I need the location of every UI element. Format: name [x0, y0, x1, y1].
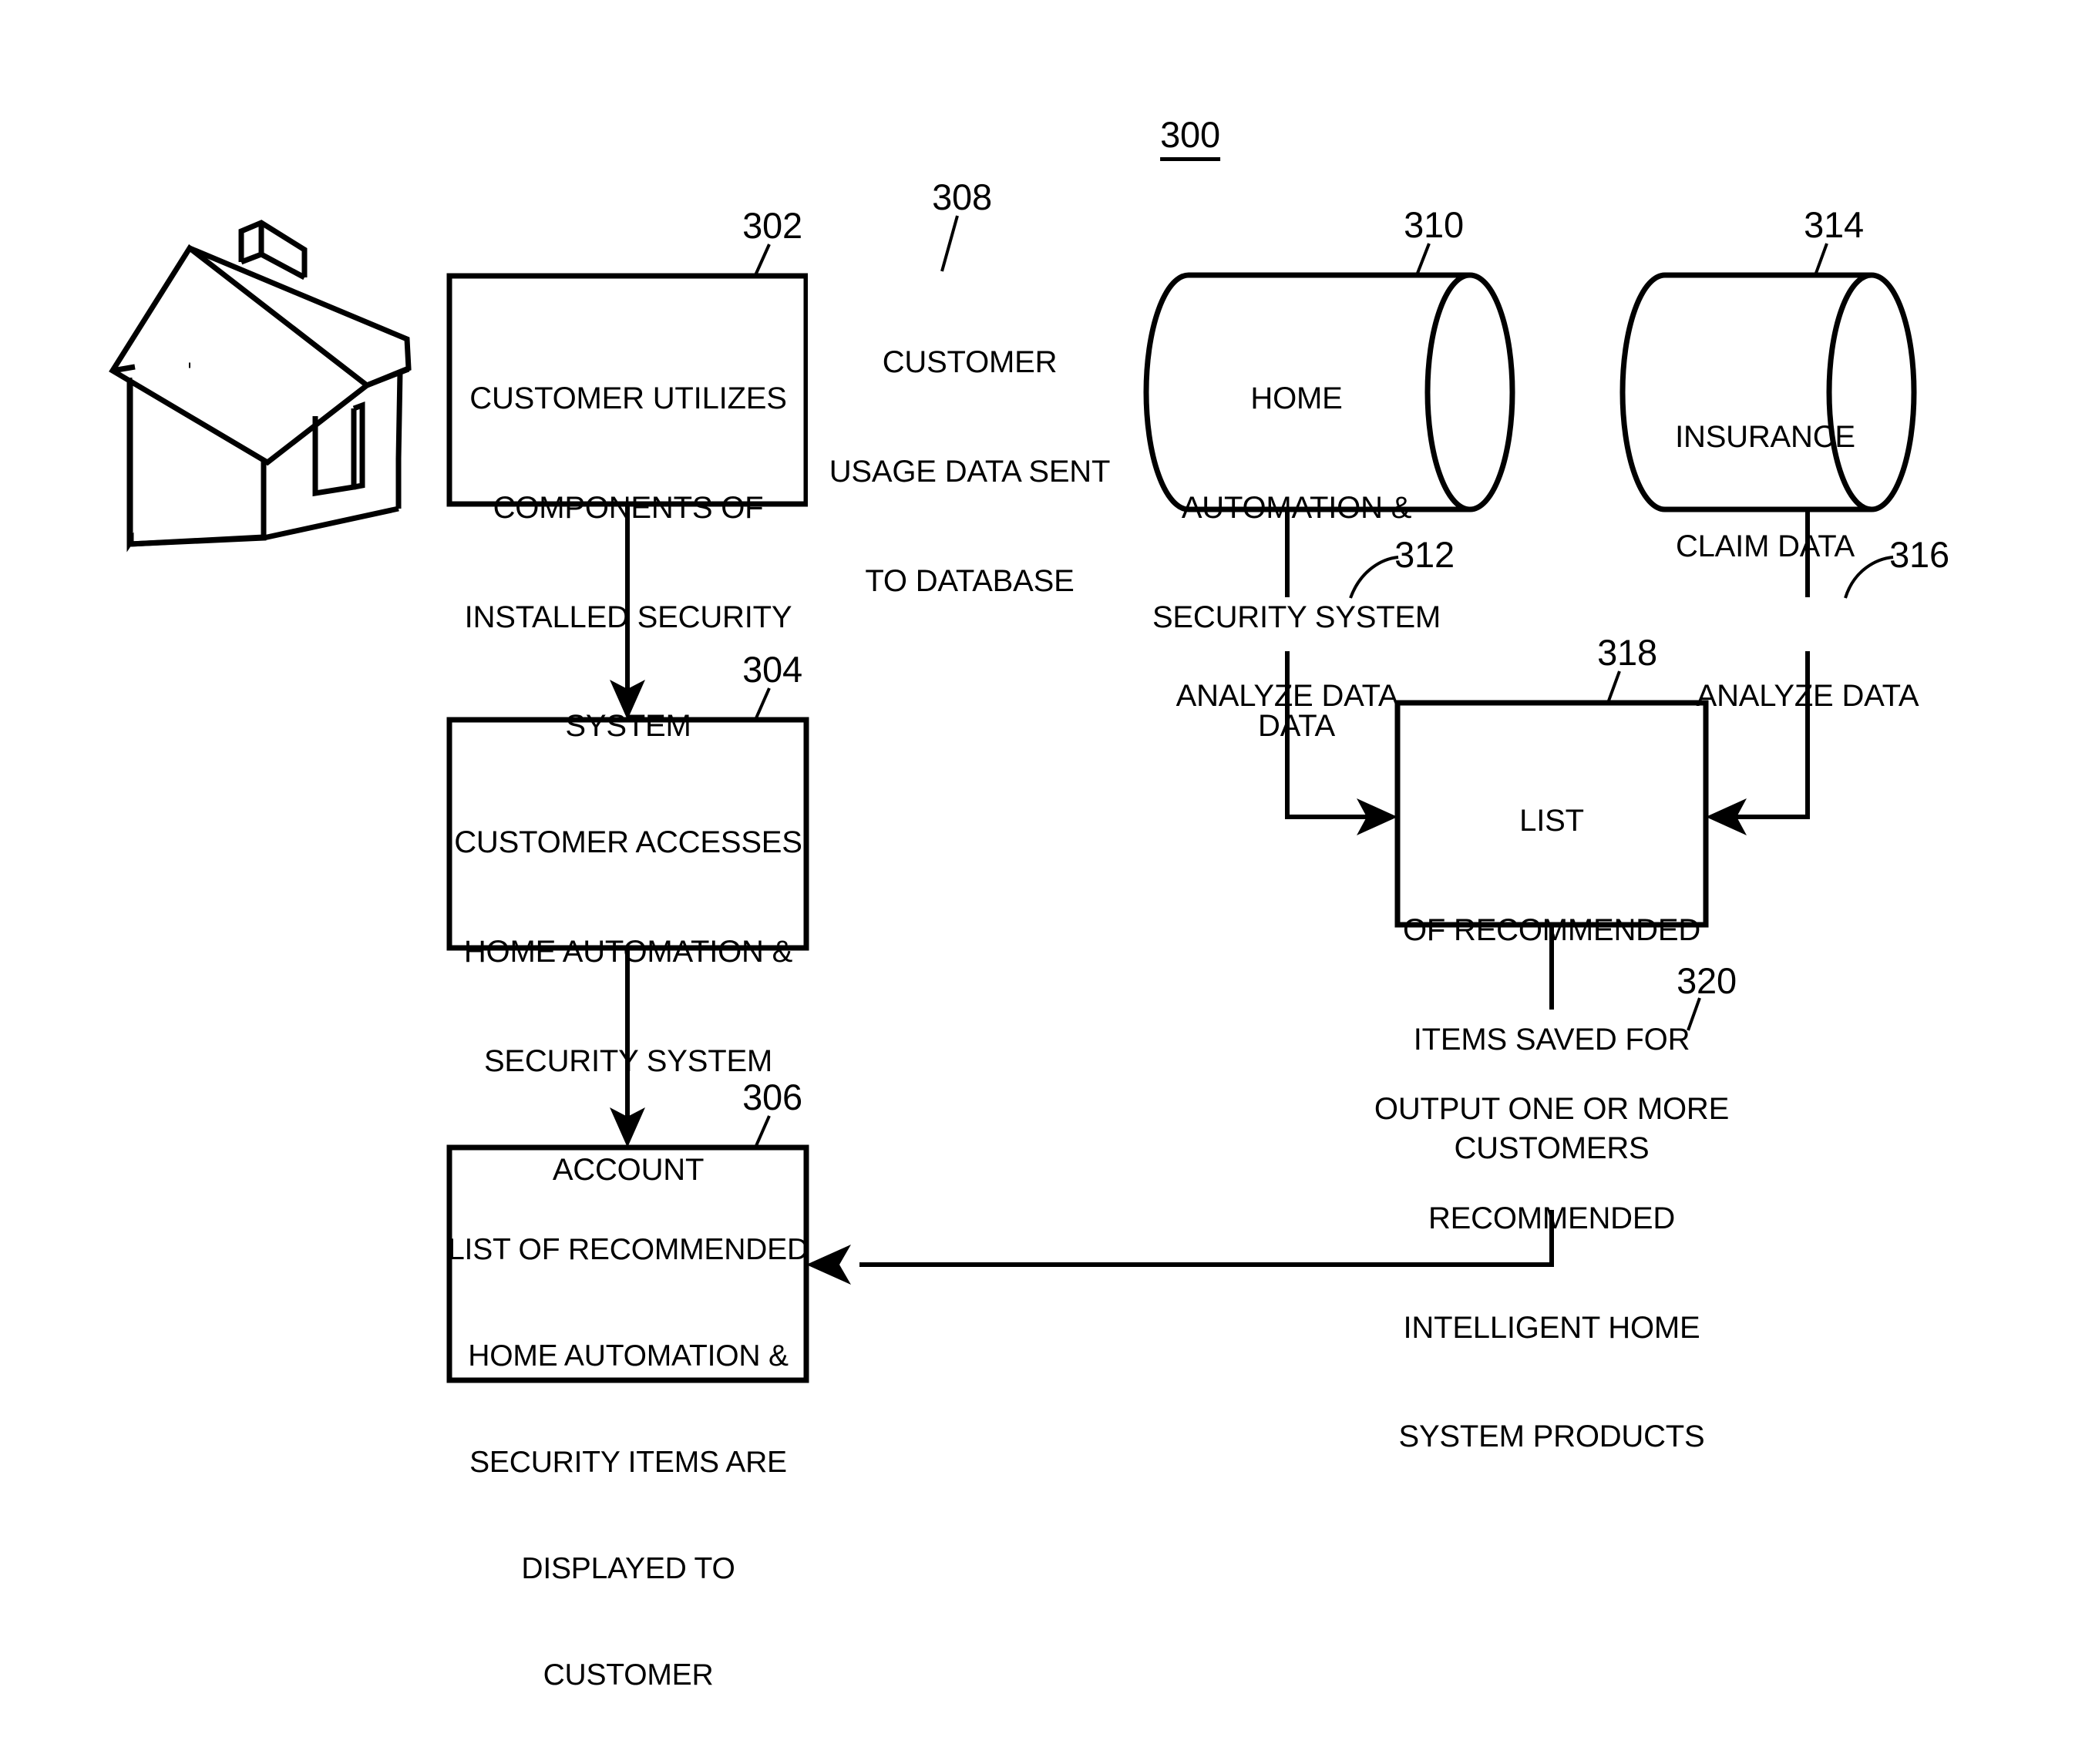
edge-label-320-line-3: INTELLIGENT HOME — [1403, 1310, 1700, 1345]
node-304-line-2: HOME AUTOMATION & — [463, 934, 793, 969]
node-304-line-3: SECURITY SYSTEM — [483, 1043, 773, 1078]
leader-310 — [1415, 243, 1431, 276]
leader-314 — [1814, 243, 1828, 276]
node-314-line-2: CLAIM DATA — [1675, 529, 1855, 563]
node-302-line-1: CUSTOMER UTILIZES — [469, 381, 787, 416]
edge-label-316: ANALYZE DATA — [1677, 606, 1939, 788]
ref-numeral-310: 310 — [1404, 204, 1464, 245]
edge-label-308-line-3: TO DATABASE — [865, 563, 1075, 598]
node-302-line-3: INSTALLED SECURITY — [464, 600, 792, 634]
node-306-line-4: DISPLAYED TO — [521, 1552, 735, 1586]
node-306-line-5: CUSTOMER — [543, 1658, 714, 1692]
node-306-line-2: HOME AUTOMATION & — [468, 1339, 789, 1373]
node-302-label: CUSTOMER UTILIZES COMPONENTS OF INSTALLE… — [451, 308, 806, 818]
edge-label-308-line-2: USAGE DATA SENT — [829, 454, 1111, 489]
ref-numeral-314: 314 — [1804, 204, 1864, 245]
node-310-line-2: AUTOMATION & — [1181, 490, 1412, 525]
edge-label-312: ANALYZE DATA — [1156, 606, 1418, 788]
leader-302 — [754, 244, 771, 276]
edge-label-312-line-1: ANALYZE DATA — [1175, 679, 1399, 714]
node-302-line-2: COMPONENTS OF — [493, 490, 764, 525]
node-314-label: INSURANCE CLAIM DATA — [1619, 347, 1912, 638]
node-302-line-4: SYSTEM — [565, 709, 691, 744]
edge-label-320-line-2: RECOMMENDED — [1428, 1201, 1676, 1235]
edge-label-320-line-1: OUTPUT ONE OR MORE — [1374, 1092, 1730, 1127]
edge-label-316-line-1: ANALYZE DATA — [1696, 679, 1919, 714]
node-318-line-2: OF RECOMMENDED — [1402, 912, 1701, 947]
node-314-line-1: INSURANCE — [1675, 420, 1855, 455]
edge-label-308-line-1: CUSTOMER — [882, 345, 1058, 380]
node-306-line-3: SECURITY ITEMS ARE — [469, 1446, 787, 1480]
house-illustration — [109, 220, 412, 553]
node-304-line-1: CUSTOMER ACCESSES — [454, 825, 802, 860]
node-306-line-1: LIST OF RECOMMENDED — [448, 1233, 809, 1267]
leader-318 — [1606, 670, 1621, 704]
patent-figure-300: 300 302 304 306 310 314 318 308 312 316 … — [0, 0, 2092, 1692]
node-306-label: LIST OF RECOMMENDED HOME AUTOMATION & SE… — [446, 1161, 810, 1764]
node-310-line-1: HOME — [1250, 381, 1343, 416]
edge-label-308: CUSTOMER USAGE DATA SENT TO DATABASE — [808, 272, 1132, 673]
ref-numeral-308: 308 — [932, 176, 992, 217]
leader-308 — [940, 215, 959, 272]
edge-label-320: OUTPUT ONE OR MORE RECOMMENDED INTELLIGE… — [1371, 1019, 1733, 1528]
figure-number: 300 — [1160, 113, 1220, 162]
edge-label-320-line-4: SYSTEM PRODUCTS — [1398, 1420, 1705, 1454]
node-318-line-1: LIST — [1519, 804, 1584, 838]
ref-numeral-302: 302 — [742, 205, 802, 246]
